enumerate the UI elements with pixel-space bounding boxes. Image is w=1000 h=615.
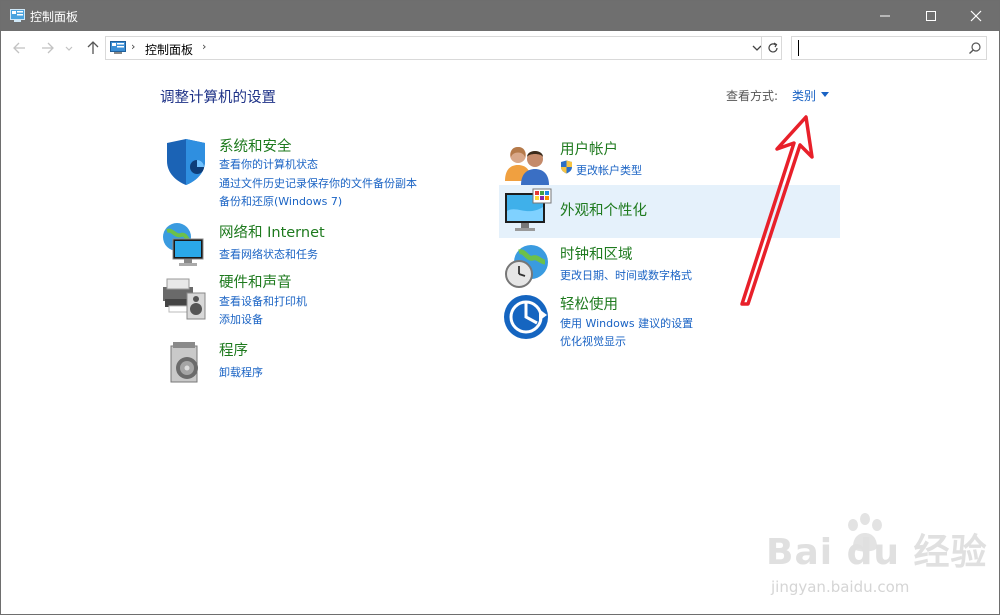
network-globe-icon[interactable] (159, 219, 209, 269)
breadcrumb-chevron-icon[interactable]: › (202, 40, 206, 53)
monitor-personalize-icon[interactable] (503, 187, 553, 237)
up-arrow-icon[interactable] (83, 38, 103, 58)
link-optimize-visual-display[interactable]: 优化视觉显示 (560, 333, 626, 349)
breadcrumb-control-panel[interactable]: 控制面板 (145, 41, 193, 58)
link-file-history-backup[interactable]: 通过文件历史记录保存你的文件备份副本 (219, 175, 417, 191)
clock-globe-icon[interactable] (503, 242, 553, 292)
category-system-security-title[interactable]: 系统和安全 (219, 135, 292, 156)
uac-shield-icon (561, 160, 572, 174)
link-change-date-time-format[interactable]: 更改日期、时间或数字格式 (560, 267, 692, 283)
recent-locations-chevron-icon[interactable] (64, 38, 74, 58)
control-panel-icon (10, 9, 25, 22)
shield-icon[interactable] (161, 137, 211, 187)
programs-disc-icon[interactable] (161, 338, 211, 388)
maximize-icon (926, 11, 936, 21)
address-bar[interactable]: › 控制面板 › (105, 36, 782, 60)
minimize-button[interactable] (862, 1, 908, 31)
category-clock-region-title[interactable]: 时钟和区域 (560, 243, 633, 264)
link-devices-printers[interactable]: 查看设备和打印机 (219, 293, 307, 309)
link-windows-recommended-settings[interactable]: 使用 Windows 建议的设置 (560, 315, 693, 331)
category-ease-of-access-title[interactable]: 轻松使用 (560, 293, 618, 314)
title-bar: 控制面板 (1, 1, 999, 31)
link-backup-restore[interactable]: 备份和还原(Windows 7) (219, 193, 342, 209)
category-user-accounts-title[interactable]: 用户帐户 (560, 138, 618, 159)
watermark-baidu-jingyan: Bai du 经验 (766, 532, 988, 573)
link-add-device[interactable]: 添加设备 (219, 311, 263, 327)
close-button[interactable] (953, 1, 999, 31)
refresh-icon[interactable] (766, 40, 780, 56)
text-caret (798, 40, 799, 56)
view-by-label: 查看方式: (726, 89, 779, 103)
category-network-internet-title[interactable]: 网络和 Internet (219, 221, 325, 242)
view-by-chevron-down-icon[interactable] (821, 92, 829, 97)
control-panel-window: 控制面板 › 控制面板 › 调整计算机的设置 查看方式: 类别 系统和安全 查看… (0, 0, 1000, 615)
maximize-button[interactable] (908, 1, 954, 31)
link-uninstall-program[interactable]: 卸载程序 (219, 364, 263, 380)
category-appearance-title[interactable]: 外观和个性化 (560, 199, 647, 220)
back-arrow-icon[interactable] (10, 38, 30, 58)
category-programs-title[interactable]: 程序 (219, 339, 248, 360)
link-view-computer-status[interactable]: 查看你的计算机状态 (219, 156, 318, 172)
breadcrumb-separator-icon: › (131, 40, 136, 53)
control-panel-icon (110, 41, 126, 54)
view-by-dropdown[interactable]: 类别 (792, 87, 816, 104)
close-icon (970, 10, 982, 22)
search-icon[interactable] (968, 41, 982, 55)
address-divider (761, 36, 762, 60)
window-title: 控制面板 (30, 10, 79, 24)
ease-of-access-icon[interactable] (503, 293, 553, 343)
minimize-icon (880, 15, 890, 17)
search-box[interactable] (791, 36, 987, 60)
link-network-status-tasks[interactable]: 查看网络状态和任务 (219, 246, 318, 262)
users-icon[interactable] (503, 139, 553, 189)
watermark-url: jingyan.baidu.com (771, 578, 910, 596)
printer-speaker-icon[interactable] (159, 273, 209, 323)
category-hardware-sound-title[interactable]: 硬件和声音 (219, 271, 292, 292)
link-change-account-type[interactable]: 更改帐户类型 (576, 162, 642, 178)
forward-arrow-icon[interactable] (38, 38, 58, 58)
page-title: 调整计算机的设置 (160, 90, 276, 106)
